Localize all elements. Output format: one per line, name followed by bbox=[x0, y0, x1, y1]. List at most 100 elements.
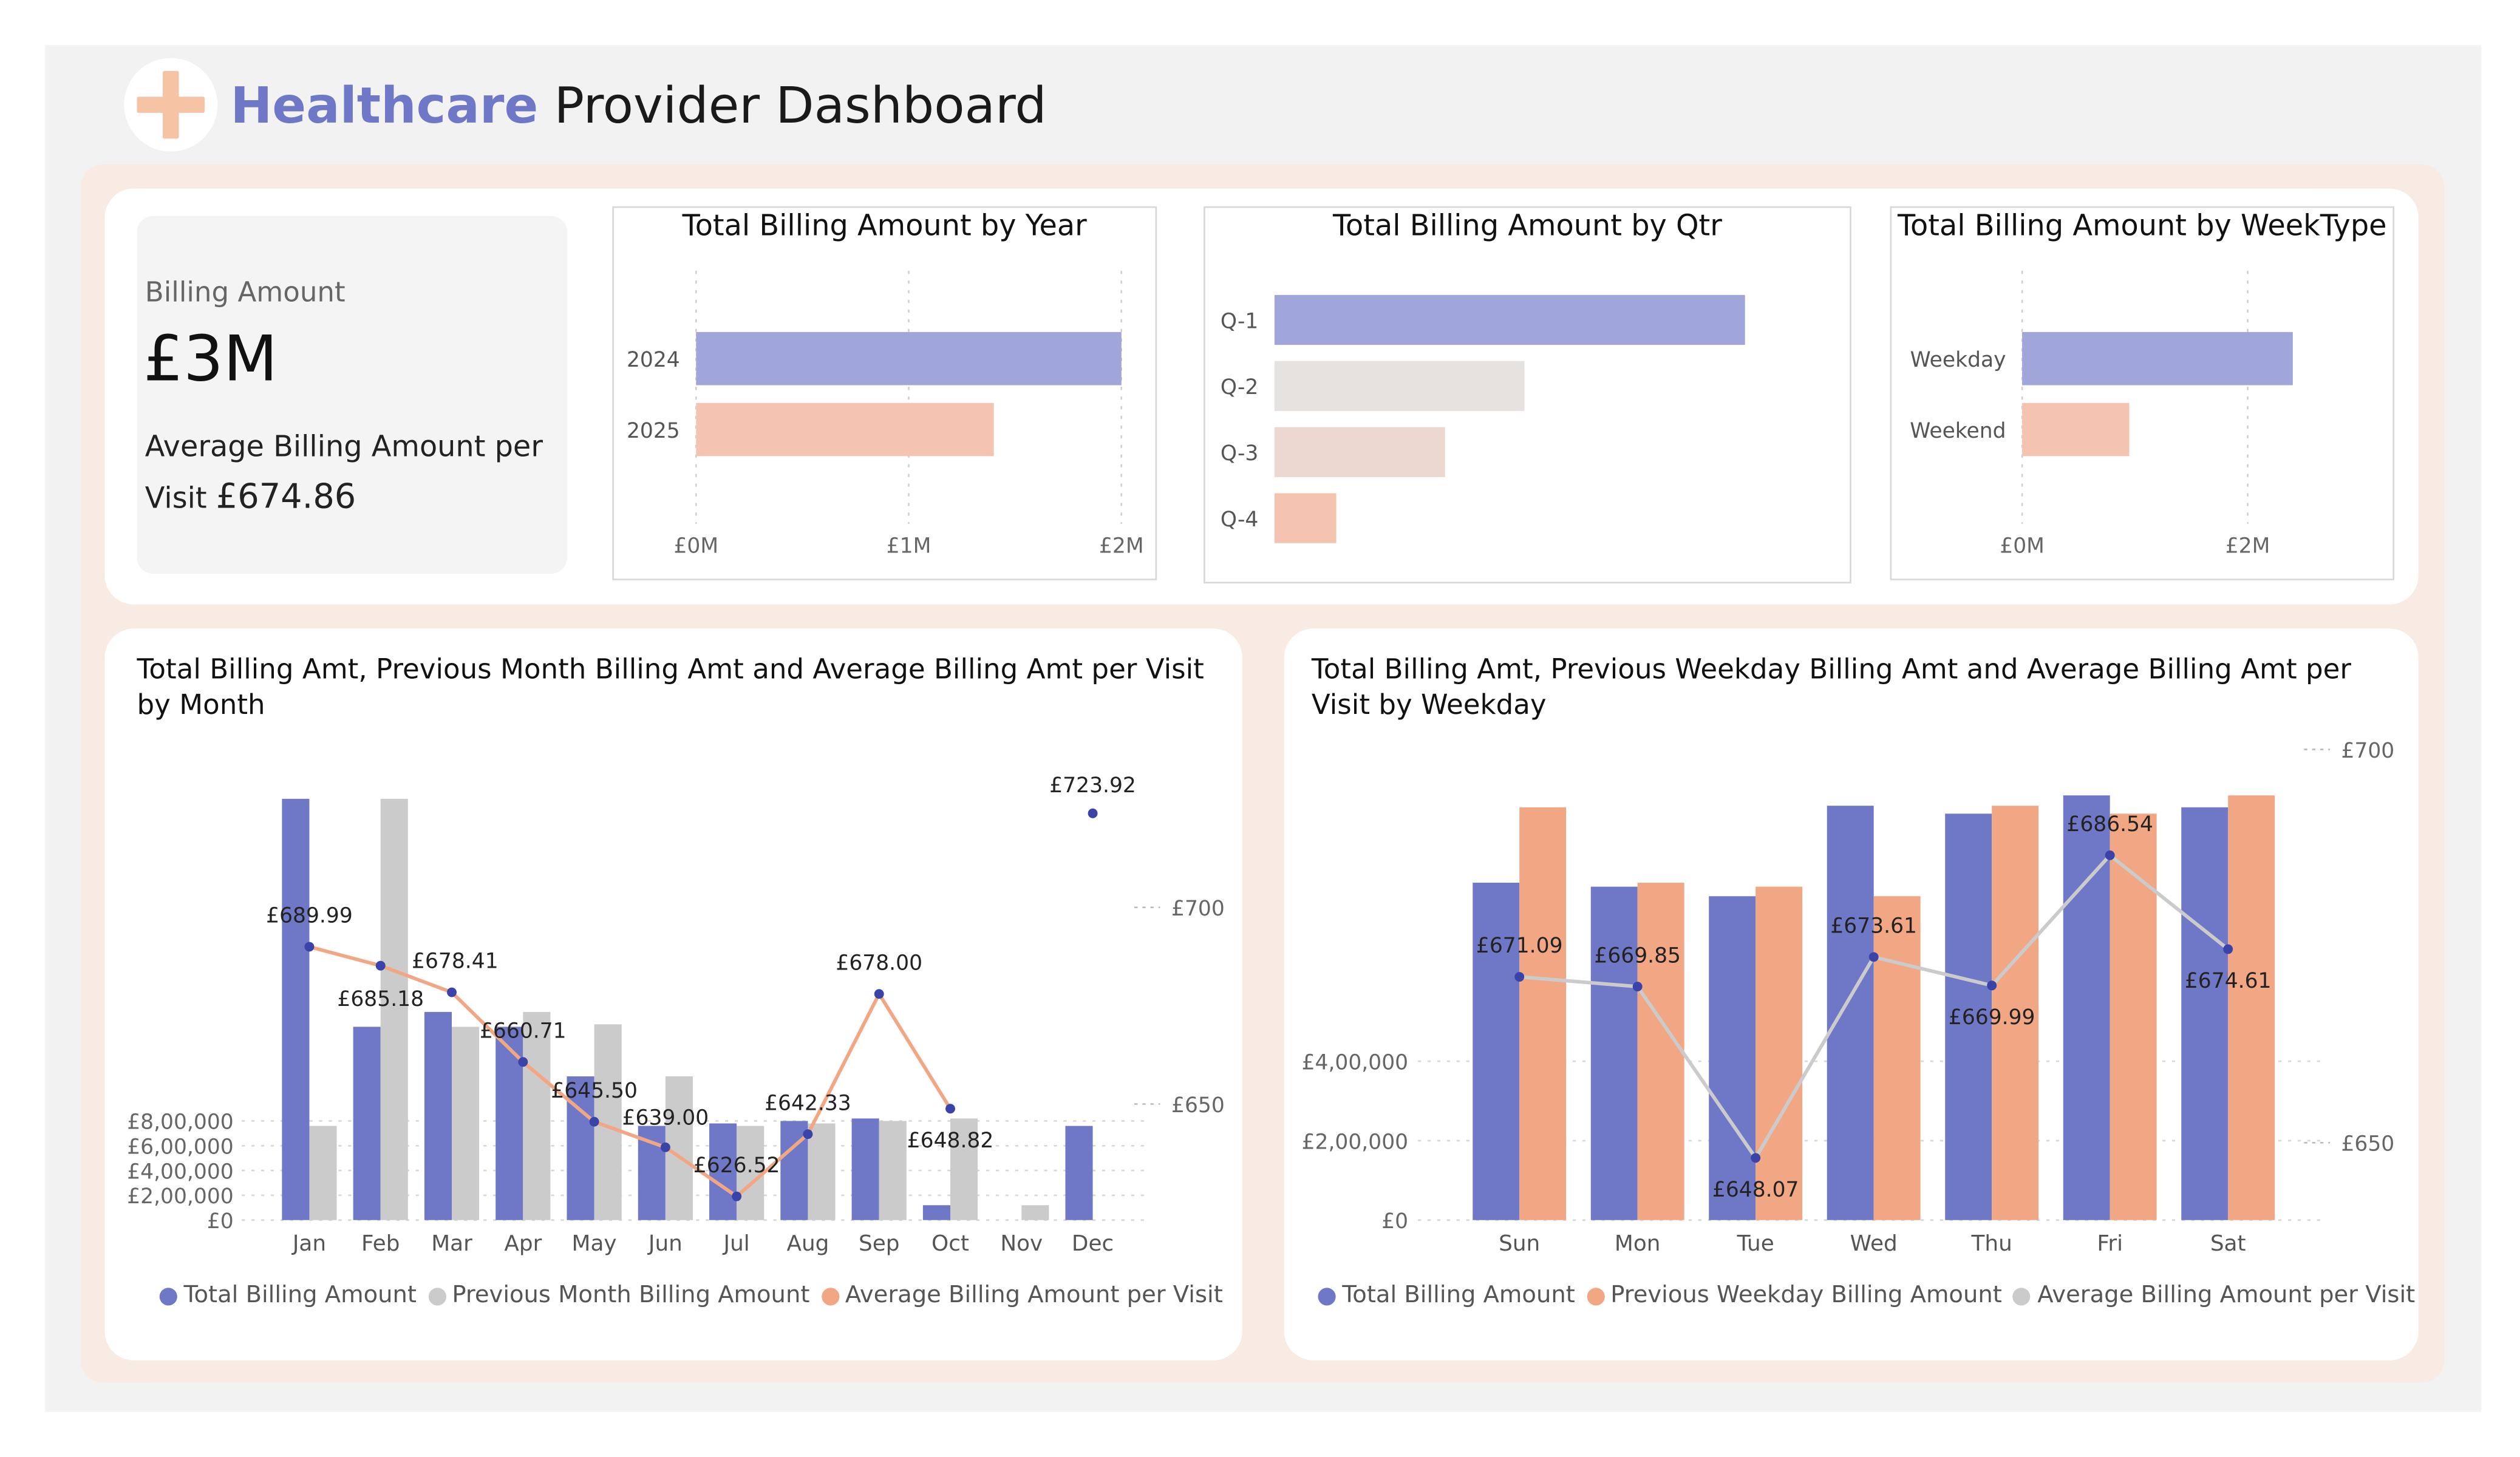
legend-item[interactable]: Average Billing Amount per Visit bbox=[821, 1283, 1223, 1309]
bar-series-2 bbox=[309, 1126, 337, 1220]
bar bbox=[2022, 402, 2130, 457]
bar-series-1 bbox=[1709, 896, 1756, 1220]
x-tick-label: Feb bbox=[361, 1231, 400, 1256]
line-point bbox=[375, 960, 386, 971]
x-tick-label: Oct bbox=[931, 1231, 969, 1256]
line-segment bbox=[308, 945, 381, 968]
bar-series-1 bbox=[1590, 886, 1638, 1220]
bar-series-2 bbox=[452, 1027, 480, 1220]
legend-dot bbox=[427, 1286, 446, 1305]
data-label: £642.33 bbox=[765, 1091, 851, 1115]
line-point bbox=[1632, 982, 1643, 992]
y2-tick-label: £650 bbox=[2341, 1132, 2394, 1156]
x-tick-label: Sep bbox=[859, 1231, 900, 1256]
x-tick-label: Jun bbox=[647, 1231, 683, 1256]
x-tick-label: £0M bbox=[673, 534, 718, 559]
line-point bbox=[1751, 1153, 1761, 1163]
category-label: Q-1 bbox=[1221, 309, 1258, 333]
data-label: £674.61 bbox=[2185, 969, 2272, 993]
x-tick-label: Fri bbox=[2097, 1231, 2123, 1256]
legend-label: Total Billing Amount bbox=[183, 1283, 417, 1309]
legend-dot bbox=[159, 1286, 177, 1305]
legend-dot bbox=[2013, 1286, 2031, 1305]
bar-series-2 bbox=[879, 1121, 907, 1220]
bar bbox=[1274, 427, 1445, 477]
x-tick-label: Apr bbox=[504, 1231, 542, 1256]
line-point bbox=[732, 1191, 742, 1201]
bar-series-1 bbox=[1827, 806, 1874, 1220]
legend-label: Average Billing Amount per Visit bbox=[2037, 1283, 2416, 1309]
bar-series-2 bbox=[1519, 807, 1567, 1220]
y-tick-label: £4,00,000 bbox=[127, 1160, 234, 1184]
data-label: £669.85 bbox=[1594, 943, 1681, 968]
bar-series-1 bbox=[424, 1011, 452, 1220]
y2-tick-label: £700 bbox=[2341, 739, 2394, 763]
data-label: £685.18 bbox=[337, 987, 424, 1011]
x-tick-label: Thu bbox=[1971, 1231, 2012, 1256]
y-tick-label: £2,00,000 bbox=[127, 1184, 234, 1209]
line-point bbox=[589, 1116, 599, 1127]
bar bbox=[1274, 361, 1525, 411]
line-point bbox=[447, 987, 457, 997]
legend-item[interactable]: Previous Month Billing Amount bbox=[427, 1283, 810, 1309]
legend-label: Previous Month Billing Amount bbox=[452, 1283, 810, 1309]
legend-dot bbox=[1586, 1286, 1604, 1305]
x-tick-label: May bbox=[572, 1231, 617, 1256]
data-label: £686.54 bbox=[2066, 812, 2153, 837]
bar-series-1 bbox=[353, 1027, 381, 1220]
bar bbox=[2022, 331, 2293, 385]
legend-item[interactable]: Total Billing Amount bbox=[1318, 1283, 1575, 1309]
category-label: 2025 bbox=[627, 419, 680, 443]
data-label: £669.99 bbox=[1949, 1005, 2035, 1030]
bar-series-1 bbox=[2063, 795, 2110, 1220]
data-label: £723.92 bbox=[1049, 773, 1136, 798]
bar-series-2 bbox=[808, 1123, 836, 1220]
line-point bbox=[874, 989, 884, 999]
category-label: Weekend bbox=[1910, 419, 2006, 443]
x-tick-label: Wed bbox=[1850, 1231, 1898, 1256]
category-label: 2024 bbox=[627, 348, 680, 372]
x-tick-label: Nov bbox=[1000, 1231, 1043, 1256]
data-label: £678.00 bbox=[836, 951, 922, 975]
legend-item[interactable]: Previous Weekday Billing Amount bbox=[1586, 1283, 2002, 1309]
line-point bbox=[304, 942, 315, 952]
bar-series-1 bbox=[2181, 807, 2229, 1220]
line-point bbox=[1088, 808, 1098, 818]
legend-dot bbox=[1318, 1286, 1336, 1305]
bar-series-2 bbox=[1755, 886, 1803, 1220]
y-tick-label: £4,00,000 bbox=[1302, 1050, 1409, 1075]
data-label: £648.82 bbox=[907, 1129, 994, 1153]
data-label: £645.50 bbox=[551, 1079, 638, 1103]
legend-label: Previous Weekday Billing Amount bbox=[1610, 1283, 2002, 1309]
x-tick-label: £1M bbox=[887, 534, 931, 559]
line-point bbox=[660, 1142, 670, 1152]
bar bbox=[1274, 294, 1745, 345]
category-label: Q-4 bbox=[1221, 508, 1258, 532]
legend-label: Average Billing Amount per Visit bbox=[845, 1283, 1223, 1309]
data-label: £678.41 bbox=[412, 949, 499, 974]
y-tick-label: £6,00,000 bbox=[127, 1135, 234, 1160]
y-tick-label: £0 bbox=[1381, 1209, 1408, 1234]
y-tick-label: £2,00,000 bbox=[1302, 1130, 1409, 1154]
legend-item[interactable]: Total Billing Amount bbox=[159, 1283, 417, 1309]
line-point bbox=[2223, 944, 2233, 954]
y-tick-label: £0 bbox=[207, 1209, 234, 1234]
line-segment bbox=[877, 993, 952, 1110]
data-label: £648.07 bbox=[1712, 1178, 1799, 1202]
month-chart-legend: Total Billing Amount Previous Month Bill… bbox=[159, 1283, 1234, 1309]
line-point bbox=[803, 1129, 813, 1139]
weekday-chart-legend: Total Billing Amount Previous Weekday Bi… bbox=[1318, 1283, 2426, 1309]
line-point bbox=[2105, 850, 2115, 860]
line-point bbox=[1514, 972, 1525, 982]
legend-dot bbox=[821, 1286, 839, 1305]
legend-label: Total Billing Amount bbox=[1342, 1283, 1575, 1309]
x-tick-label: Mon bbox=[1615, 1231, 1661, 1256]
bar-series-2 bbox=[1873, 896, 1921, 1220]
bar-series-1 bbox=[282, 798, 310, 1220]
data-label: £689.99 bbox=[266, 904, 353, 928]
line-point bbox=[1868, 952, 1879, 962]
legend-item[interactable]: Average Billing Amount per Visit bbox=[2013, 1283, 2416, 1309]
x-tick-label: £2M bbox=[2225, 534, 2270, 559]
data-label: £660.71 bbox=[480, 1019, 567, 1043]
x-tick-label: Sun bbox=[1499, 1231, 1540, 1256]
